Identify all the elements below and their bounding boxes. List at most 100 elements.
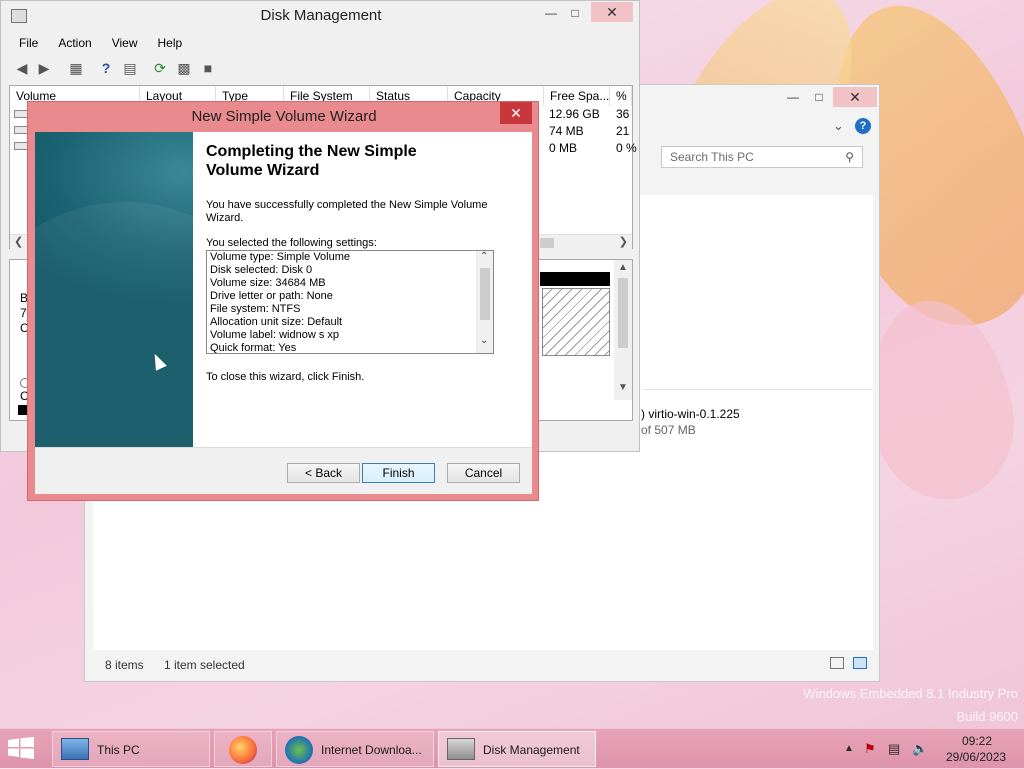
menu-bar: File Action View Help [9, 32, 192, 54]
setting-line: Allocation unit size: Default [210, 316, 343, 328]
taskbar: This PC Internet Downloa... Disk Managem… [0, 728, 1024, 768]
status-items: 8 items [105, 658, 144, 672]
row-percent-free: 21 [616, 124, 630, 138]
column-free-space[interactable]: Free Spa... [544, 86, 610, 106]
disk-management-icon [447, 738, 475, 760]
scroll-left-icon[interactable]: ❮ [14, 235, 23, 248]
taskbar-item-this-pc[interactable]: This PC [52, 731, 210, 767]
windows-logo-icon [8, 737, 34, 759]
help-book-icon[interactable]: ? [97, 59, 115, 77]
scroll-thumb[interactable] [540, 238, 554, 248]
large-icons-view-icon[interactable] [853, 657, 867, 669]
drive-icon [14, 110, 28, 118]
row-free-space: 74 MB [549, 124, 584, 138]
scroll-up-icon[interactable]: ▲ [618, 262, 628, 273]
settings-summary-box[interactable]: Volume type: Simple Volume Disk selected… [206, 250, 494, 354]
search-placeholder: Search This PC [670, 150, 754, 164]
properties-icon[interactable]: ▤ [121, 59, 139, 77]
check-disk-icon[interactable]: ▩ [175, 59, 193, 77]
console-tree-icon[interactable]: ▦ [67, 59, 85, 77]
new-simple-volume-wizard: New Simple Volume Wizard ✕ Completing th… [27, 101, 539, 501]
divider [643, 389, 873, 390]
wizard-footer: < Back Finish Cancel [35, 447, 532, 494]
partition-header-bar [540, 272, 610, 286]
setting-line: Disk selected: Disk 0 [210, 264, 313, 276]
row-percent-free: 36 [616, 107, 630, 121]
clock-time[interactable]: 09:22 [962, 734, 992, 748]
setting-line: Volume size: 34684 MB [210, 277, 326, 289]
scroll-right-icon[interactable]: ❯ [619, 235, 628, 248]
wizard-body: Completing the New Simple Volume Wizard … [35, 132, 532, 494]
setting-line: Quick format: Yes [210, 342, 297, 354]
scroll-down-icon[interactable]: ⌄ [480, 335, 488, 346]
scroll-down-icon[interactable]: ▼ [618, 382, 628, 393]
scroll-up-icon[interactable]: ⌃ [480, 251, 488, 262]
close-button[interactable]: ✕ [833, 87, 877, 107]
settings-label: You selected the following settings: [206, 237, 377, 249]
status-selected: 1 item selected [164, 658, 245, 672]
cancel-button[interactable]: Cancel [447, 463, 520, 483]
menu-file[interactable]: File [9, 32, 48, 54]
wizard-intro: You have successfully completed the New … [206, 199, 488, 224]
wizard-side-banner [35, 132, 193, 447]
minimize-button[interactable]: — [541, 3, 561, 23]
clock-date[interactable]: 29/06/2023 [946, 750, 1006, 764]
show-hidden-icons[interactable]: ▲ [844, 729, 854, 769]
finish-button[interactable]: Finish [362, 463, 435, 483]
row-free-space: 0 MB [549, 141, 578, 155]
volume-muted-icon[interactable]: 🔈 [912, 729, 928, 769]
network-icon[interactable]: ▤ [888, 729, 900, 769]
settings-scrollbar[interactable]: ⌃ ⌄ [476, 251, 493, 353]
setting-line: Drive letter or path: None [210, 290, 333, 302]
wizard-heading: Completing the New Simple Volume Wizard [206, 143, 417, 179]
taskbar-item-label: This PC [97, 743, 140, 757]
partition-block-unallocated[interactable] [542, 288, 610, 356]
details-view-icon[interactable] [830, 657, 844, 669]
maximize-button[interactable]: □ [565, 3, 585, 23]
back-arrow-icon[interactable]: ◀ [13, 59, 31, 77]
device-space: of 507 MB [641, 423, 696, 437]
search-icon: ⚲ [845, 150, 854, 164]
firefox-icon [229, 736, 257, 764]
drive-icon [14, 142, 28, 150]
menu-help[interactable]: Help [148, 32, 193, 54]
forward-arrow-icon[interactable]: ▶ [35, 59, 53, 77]
taskbar-item-firefox[interactable] [214, 731, 272, 767]
help-icon[interactable]: ? [855, 118, 871, 134]
taskbar-item-disk-management[interactable]: Disk Management [438, 731, 596, 767]
os-build: Build 9600 [956, 709, 1018, 724]
computer-icon [61, 738, 89, 760]
taskbar-item-label: Disk Management [483, 743, 580, 757]
taskbar-item-internet-download[interactable]: Internet Downloa... [276, 731, 434, 767]
menu-view[interactable]: View [102, 32, 148, 54]
setting-line: Volume type: Simple Volume [210, 251, 351, 263]
maximize-button[interactable]: □ [807, 87, 831, 107]
chevron-down-icon[interactable]: ⌄ [833, 118, 844, 134]
row-free-space: 12.96 GB [549, 107, 600, 121]
settings-icon[interactable]: ■ [199, 59, 217, 77]
close-hint: To close this wizard, click Finish. [206, 371, 365, 383]
scroll-thumb[interactable] [480, 268, 490, 320]
wizard-title: New Simple Volume Wizard [191, 108, 377, 125]
refresh-icon[interactable]: ⟳ [151, 59, 169, 77]
minimize-button[interactable]: — [781, 87, 805, 107]
menu-action[interactable]: Action [48, 32, 101, 54]
idm-icon [285, 736, 313, 764]
setting-line: Volume label: widnow s xp [210, 329, 340, 341]
device-name[interactable]: ) virtio-win-0.1.225 [641, 407, 740, 421]
back-button[interactable]: < Back [287, 463, 360, 483]
vertical-scrollbar[interactable]: ▲ ▼ [614, 260, 632, 400]
action-center-flag-icon[interactable]: ⚑ [864, 729, 876, 769]
row-percent-free: 0 % [616, 141, 637, 155]
toolbar: ◀ ▶ ▦ ? ▤ ⟳ ▩ ■ [9, 54, 633, 82]
search-input[interactable]: Search This PC ⚲ [661, 146, 863, 168]
start-button[interactable] [8, 737, 38, 761]
setting-line: File system: NTFS [210, 303, 301, 315]
drive-icon [14, 126, 28, 134]
taskbar-item-label: Internet Downloa... [321, 743, 422, 757]
scroll-thumb[interactable] [618, 278, 628, 348]
os-watermark: Windows Embedded 8.1 Industry Pro [803, 686, 1018, 701]
close-button[interactable]: ✕ [591, 2, 633, 22]
close-button[interactable]: ✕ [500, 102, 532, 124]
column-percent-free[interactable]: % F [610, 86, 632, 106]
